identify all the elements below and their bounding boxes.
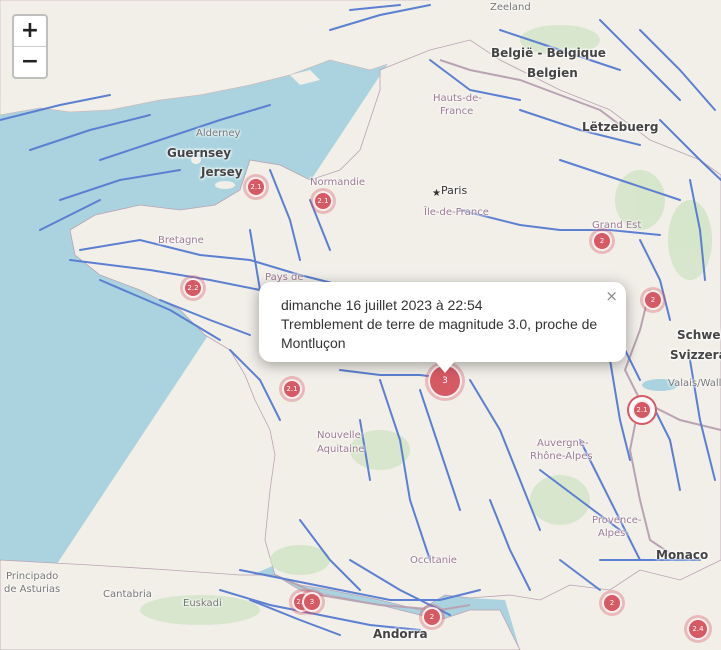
label-asturias-1: Principado xyxy=(6,571,59,582)
zoom-in-button[interactable]: + xyxy=(14,16,46,46)
land-corsica xyxy=(712,590,721,650)
label-grand-est: Grand Est xyxy=(592,220,642,231)
label-alderney: Alderney xyxy=(196,128,241,139)
zoom-control: + − xyxy=(12,14,48,79)
label-schweiz: Schweiz xyxy=(677,328,721,342)
label-provence-1: Provence- xyxy=(592,515,642,526)
label-belgique: België - Belgique xyxy=(491,46,606,60)
label-andorra: Andorra xyxy=(373,627,428,641)
marker-label: 2 xyxy=(650,296,656,304)
earthquake-marker[interactable]: 2 xyxy=(643,290,663,310)
label-ile-de-france: Île-de-France xyxy=(424,207,489,218)
label-bretagne: Bretagne xyxy=(158,235,204,246)
earthquake-marker[interactable]: 2 xyxy=(422,607,442,627)
marker-label: 2.1 xyxy=(286,385,298,393)
label-paris: Paris xyxy=(441,184,468,197)
marker-label: 2.2 xyxy=(187,284,199,292)
earthquake-marker[interactable]: 2.1 xyxy=(282,379,302,399)
label-hauts-de-france-2: France xyxy=(440,106,474,117)
marker-label: 3 xyxy=(309,598,315,606)
label-nouvelle-aquitaine-2: Aquitaine xyxy=(317,444,365,455)
earthquake-popup: × dimanche 16 juillet 2023 à 22:54 Tremb… xyxy=(259,282,626,373)
marker-label: 2 xyxy=(599,237,605,245)
zoom-out-button[interactable]: − xyxy=(14,46,46,77)
label-monaco: Monaco xyxy=(656,548,709,562)
capital-star-icon: ★ xyxy=(432,188,441,199)
label-auvergne: Auvergne- xyxy=(537,438,589,449)
popup-close-button[interactable]: × xyxy=(605,287,618,306)
label-zeeland: Zeeland xyxy=(490,2,531,13)
label-guernsey: Guernsey xyxy=(167,146,232,160)
earthquake-marker[interactable]: 2.1 xyxy=(313,191,333,211)
earthquake-marker[interactable]: 2 xyxy=(592,231,612,251)
earthquake-marker[interactable]: 3 xyxy=(302,592,322,612)
label-euskadi: Euskadi xyxy=(183,598,222,609)
marker-label: 2 xyxy=(429,613,435,621)
marker-label: 2.1 xyxy=(636,406,648,414)
label-cantabria: Cantabria xyxy=(103,589,152,600)
label-occitanie: Occitanie xyxy=(410,555,457,566)
popup-description: Tremblement de terre de magnitude 3.0, p… xyxy=(281,316,598,332)
earthquake-marker[interactable]: 2 xyxy=(602,593,622,613)
label-normandie: Normandie xyxy=(310,177,366,188)
popup-tip xyxy=(435,361,455,373)
earthquake-marker[interactable]: 2.4 xyxy=(687,618,709,640)
label-valais: Valais/Wallis xyxy=(668,378,721,389)
marker-label: 2.1 xyxy=(317,197,329,205)
label-nouvelle-aquitaine-1: Nouvelle- xyxy=(317,430,365,441)
marker-label: 2 xyxy=(609,599,615,607)
marker-label: 2.1 xyxy=(250,183,262,191)
label-jersey: Jersey xyxy=(201,165,243,179)
label-rhone-alpes: Rhône-Alpes xyxy=(530,451,593,462)
marker-label: 3 xyxy=(442,376,448,386)
marker-label: 2.4 xyxy=(692,625,704,633)
label-hauts-de-france-1: Hauts-de- xyxy=(433,93,482,104)
popup-date: dimanche 16 juillet 2023 à 22:54 xyxy=(281,297,483,313)
earthquake-marker[interactable]: 2.1 xyxy=(632,400,652,420)
earthquake-marker[interactable]: 2.2 xyxy=(183,278,203,298)
label-asturias-2: de Asturias xyxy=(4,584,61,595)
earthquake-marker[interactable]: 2.1 xyxy=(246,177,266,197)
label-letzebuerg: Lëtzebuerg xyxy=(582,120,659,134)
label-svizzera: Svizzera xyxy=(670,348,721,362)
label-belgien: Belgien xyxy=(527,66,578,80)
label-provence-2: Alpes- xyxy=(598,528,629,539)
land-jersey xyxy=(215,181,235,189)
map-container[interactable]: België - Belgique Belgien Lëtzebuerg Hau… xyxy=(0,0,721,650)
popup-location: Montluçon xyxy=(281,335,346,351)
